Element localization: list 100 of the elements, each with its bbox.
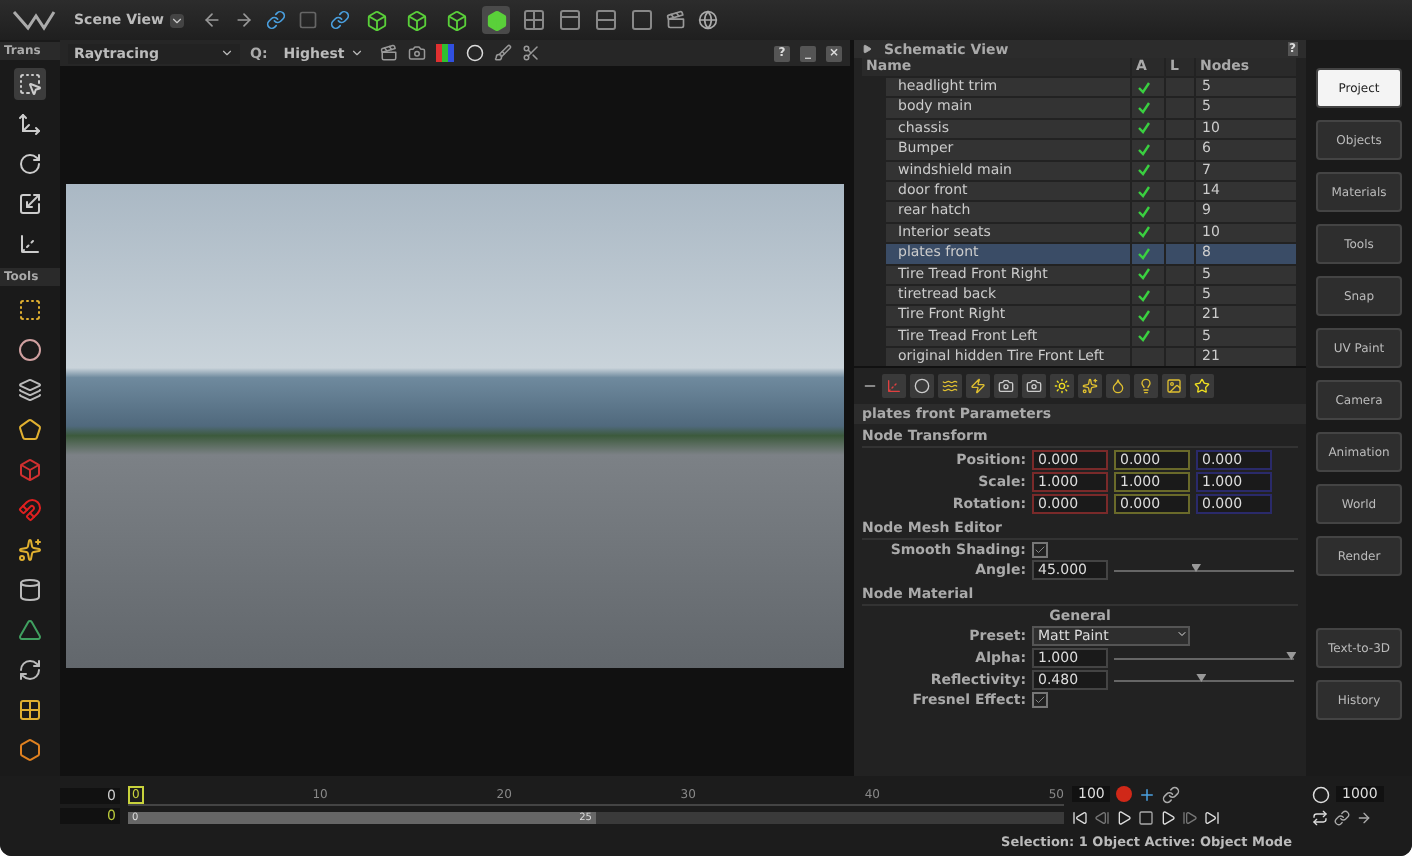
star-button[interactable] xyxy=(1190,374,1214,399)
circle-button[interactable] xyxy=(910,374,934,399)
globe-icon[interactable] xyxy=(698,10,719,30)
select-icon xyxy=(18,72,42,96)
active-cell[interactable] xyxy=(1132,78,1164,97)
image-icon xyxy=(1166,378,1182,395)
scale-tool[interactable] xyxy=(14,188,46,220)
active-cell[interactable] xyxy=(1132,202,1164,222)
link-icon[interactable] xyxy=(266,10,287,30)
arrow-icon[interactable] xyxy=(1356,809,1372,825)
play-icon[interactable] xyxy=(862,44,872,54)
sparkles-icon[interactable] xyxy=(18,538,42,562)
zap-button[interactable] xyxy=(966,374,990,399)
caret-icon xyxy=(220,46,234,60)
sparkles-icon xyxy=(1082,378,1098,395)
cube-icon[interactable] xyxy=(18,458,42,482)
back-arrow-icon[interactable] xyxy=(202,10,223,30)
pentagon-icon[interactable] xyxy=(18,418,42,442)
caret-icon xyxy=(170,13,185,27)
grid-icon[interactable] xyxy=(522,8,547,32)
droplet-button[interactable] xyxy=(1106,374,1130,399)
hexagon-icon[interactable] xyxy=(18,738,42,762)
skip-back-icon[interactable] xyxy=(1072,809,1088,825)
triangle-icon[interactable] xyxy=(18,618,42,642)
active-cell[interactable] xyxy=(1132,285,1164,305)
caret-icon xyxy=(1176,628,1188,641)
active-cell[interactable] xyxy=(1132,327,1164,347)
link-icon[interactable] xyxy=(330,10,351,30)
move-icon xyxy=(18,112,42,136)
stop-icon[interactable] xyxy=(1138,809,1154,825)
square-icon[interactable] xyxy=(630,8,655,32)
cube-view-button[interactable] xyxy=(362,6,391,34)
refresh-icon[interactable] xyxy=(18,658,42,682)
active-cell[interactable] xyxy=(1132,119,1164,139)
bulb-icon xyxy=(1138,378,1154,395)
active-cell[interactable] xyxy=(1132,223,1164,243)
forward-arrow-icon[interactable] xyxy=(234,10,255,30)
skip-forward-icon[interactable] xyxy=(1204,809,1220,825)
axis-button[interactable] xyxy=(882,374,906,399)
slider-thumb[interactable] xyxy=(1286,651,1297,660)
logo-icon xyxy=(12,8,56,32)
checkbox[interactable] xyxy=(1032,542,1048,559)
layers-icon[interactable] xyxy=(18,378,42,402)
cube-view-button[interactable] xyxy=(402,6,431,34)
add-key-icon[interactable] xyxy=(1138,785,1157,803)
cube-view-button[interactable] xyxy=(482,6,511,34)
slider-thumb[interactable] xyxy=(1196,673,1207,682)
magnet-icon[interactable] xyxy=(18,498,42,522)
grid-icon[interactable] xyxy=(18,698,42,722)
axis-icon xyxy=(18,232,42,256)
camera-button[interactable] xyxy=(994,374,1018,399)
scale-icon xyxy=(18,192,42,216)
caret-icon xyxy=(350,46,365,60)
move-tool[interactable] xyxy=(14,108,46,140)
active-cell[interactable] xyxy=(1132,181,1164,201)
active-cell[interactable] xyxy=(1132,244,1164,264)
active-cell[interactable] xyxy=(1132,98,1164,118)
square-icon[interactable] xyxy=(18,298,42,322)
wave-button[interactable] xyxy=(938,374,962,399)
checkbox[interactable] xyxy=(1032,692,1048,709)
sparkles-button[interactable] xyxy=(1078,374,1102,399)
camera-button[interactable] xyxy=(1022,374,1046,399)
link-icon[interactable] xyxy=(1162,785,1181,803)
check-icon xyxy=(1034,694,1046,707)
bulb-button[interactable] xyxy=(1134,374,1158,399)
cylinder-icon[interactable] xyxy=(18,578,42,602)
clapperboard-icon[interactable] xyxy=(666,10,687,30)
link-icon[interactable] xyxy=(1334,809,1350,825)
rotate-icon xyxy=(18,152,42,176)
cube-view-button[interactable] xyxy=(442,6,471,34)
brush-icon[interactable] xyxy=(494,44,513,62)
active-cell[interactable] xyxy=(1132,265,1164,284)
record-button[interactable] xyxy=(1116,786,1133,802)
star-icon xyxy=(1194,378,1210,395)
check-icon xyxy=(1034,544,1046,557)
active-cell[interactable] xyxy=(1132,306,1164,326)
scissors-icon[interactable] xyxy=(522,44,541,62)
step-forward-icon[interactable] xyxy=(1182,809,1198,825)
rgb-channels-icon[interactable] xyxy=(436,44,457,62)
camera-icon[interactable] xyxy=(408,44,427,62)
image-button[interactable] xyxy=(1162,374,1186,399)
active-cell[interactable] xyxy=(1132,161,1164,180)
active-cell[interactable] xyxy=(1132,348,1164,367)
rows-icon[interactable] xyxy=(594,8,619,32)
active-cell[interactable] xyxy=(1132,140,1164,160)
loop-icon[interactable] xyxy=(1312,809,1328,825)
camera-icon xyxy=(998,378,1014,395)
axis-icon xyxy=(886,378,902,395)
zap-icon xyxy=(970,378,986,395)
select-tool[interactable] xyxy=(14,68,46,100)
camera-icon xyxy=(1026,378,1042,395)
rotate-tool[interactable] xyxy=(14,148,46,180)
wave-icon xyxy=(942,378,958,395)
clapperboard-icon[interactable] xyxy=(380,44,399,62)
circle-icon[interactable] xyxy=(18,338,42,362)
step-back-icon[interactable] xyxy=(1094,809,1110,825)
sun-button[interactable] xyxy=(1050,374,1074,399)
panel-icon[interactable] xyxy=(558,8,583,32)
droplet-icon xyxy=(1110,378,1126,395)
slider-thumb[interactable] xyxy=(1191,563,1201,572)
